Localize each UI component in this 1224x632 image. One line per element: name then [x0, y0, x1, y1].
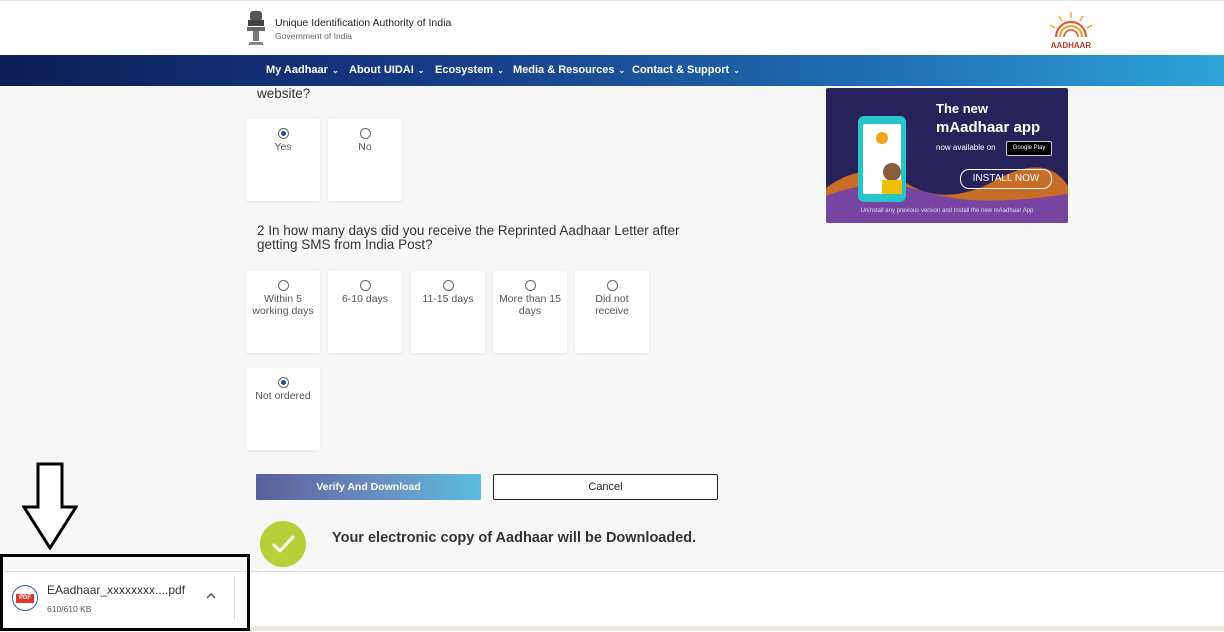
chevron-up-icon[interactable]	[204, 589, 218, 603]
nav-item-label: Ecosystem	[435, 64, 494, 76]
nav-item-label: Media & Resources	[513, 64, 615, 76]
download-filename[interactable]: EAadhaar_xxxxxxxx....pdf	[47, 583, 185, 597]
divider	[234, 577, 235, 621]
radio-button[interactable]	[524, 280, 536, 291]
org-title: Unique Identification Authority of India	[275, 17, 452, 29]
q2-option-not-ordered[interactable]: Not ordered	[246, 368, 320, 450]
nav-item-label: My Aadhaar	[266, 64, 328, 76]
nav-item-label: Contact & Support	[632, 64, 730, 76]
banner-footer-text: Uninstall any previous version and Insta…	[860, 208, 1034, 214]
aadhaar-logo-text: AADHAAR	[1051, 41, 1092, 50]
main-nav: My Aadhaar ⌄ About UIDAI ⌄ Ecosystem ⌄ Medi…	[0, 55, 1224, 86]
q2-option-more-than-15-days[interactable]: More than 15 days	[493, 271, 567, 353]
radio-button[interactable]	[277, 128, 289, 139]
nav-item-my-aadhaar[interactable]: My Aadhaar ⌄	[266, 64, 339, 76]
option-label: 6-10 days	[341, 293, 389, 305]
maadhaar-app-banner[interactable]: The new mAadhaar app now available on Go…	[826, 88, 1068, 223]
q1-option-no[interactable]: No	[328, 119, 402, 201]
cancel-button[interactable]: Cancel	[493, 474, 718, 500]
chevron-down-icon: ⌄	[733, 66, 740, 75]
pdf-icon-label: PDF	[16, 594, 34, 603]
chevron-down-icon: ⌄	[417, 66, 425, 75]
chevron-down-icon: ⌄	[497, 66, 504, 75]
q2-option-within-5-days[interactable]: Within 5 working days	[246, 271, 320, 353]
radio-button[interactable]	[606, 280, 618, 291]
option-label: More than 15 days	[499, 293, 561, 317]
verify-and-download-button[interactable]: Verify And Download	[256, 474, 481, 500]
nav-item-about-uidai[interactable]: About UIDAI ⌄	[349, 64, 424, 76]
nav-item-contact-support[interactable]: Contact & Support ⌄	[632, 64, 740, 76]
nav-item-ecosystem[interactable]: Ecosystem ⌄	[435, 64, 504, 76]
download-status-message: Your electronic copy of Aadhaar will be …	[332, 530, 697, 546]
option-label: Yes	[274, 141, 292, 153]
banner-line-2: mAadhaar app	[936, 119, 1041, 136]
option-label: Within 5 working days	[252, 293, 314, 317]
option-label: No	[358, 141, 372, 153]
install-now-button[interactable]: INSTALL NOW	[960, 169, 1052, 189]
pdf-file-icon: PDF	[12, 585, 38, 611]
chevron-down-icon: ⌄	[331, 66, 339, 75]
download-shelf	[0, 571, 1224, 632]
down-arrow-icon	[22, 462, 78, 550]
banner-line-3: now available on	[936, 143, 996, 152]
question-2-text: 2 In how many days did you receive the R…	[257, 223, 680, 252]
aadhaar-logo[interactable]: AADHAAR	[1042, 9, 1100, 51]
q2-option-did-not-receive[interactable]: Did not receive	[575, 271, 649, 353]
option-label: Did not receive	[595, 293, 629, 317]
org-subtitle: Government of India	[275, 31, 353, 41]
radio-button[interactable]	[277, 280, 289, 291]
option-label: 11-15 days	[422, 293, 474, 305]
q1-option-yes[interactable]: Yes	[246, 119, 320, 201]
radio-button[interactable]	[277, 377, 289, 388]
banner-line-1: The new	[936, 101, 989, 116]
radio-button[interactable]	[359, 280, 371, 291]
google-play-badge[interactable]: Google Play	[1006, 141, 1052, 156]
success-check-icon	[260, 521, 306, 567]
question-1-text: website?	[257, 86, 311, 101]
radio-button[interactable]	[359, 128, 371, 139]
chevron-down-icon: ⌄	[618, 66, 626, 75]
national-emblem-icon	[247, 11, 265, 45]
option-label: Not ordered	[255, 390, 311, 402]
nav-item-media-resources[interactable]: Media & Resources ⌄	[513, 64, 625, 76]
site-header: Unique Identification Authority of India…	[0, 0, 1224, 55]
nav-item-label: About UIDAI	[349, 64, 414, 76]
download-size: 610/610 KB	[47, 604, 92, 614]
q2-option-11-15-days[interactable]: 11-15 days	[411, 271, 485, 353]
download-shelf-strip	[250, 626, 1224, 631]
radio-button[interactable]	[442, 280, 454, 291]
q2-option-6-10-days[interactable]: 6-10 days	[328, 271, 402, 353]
